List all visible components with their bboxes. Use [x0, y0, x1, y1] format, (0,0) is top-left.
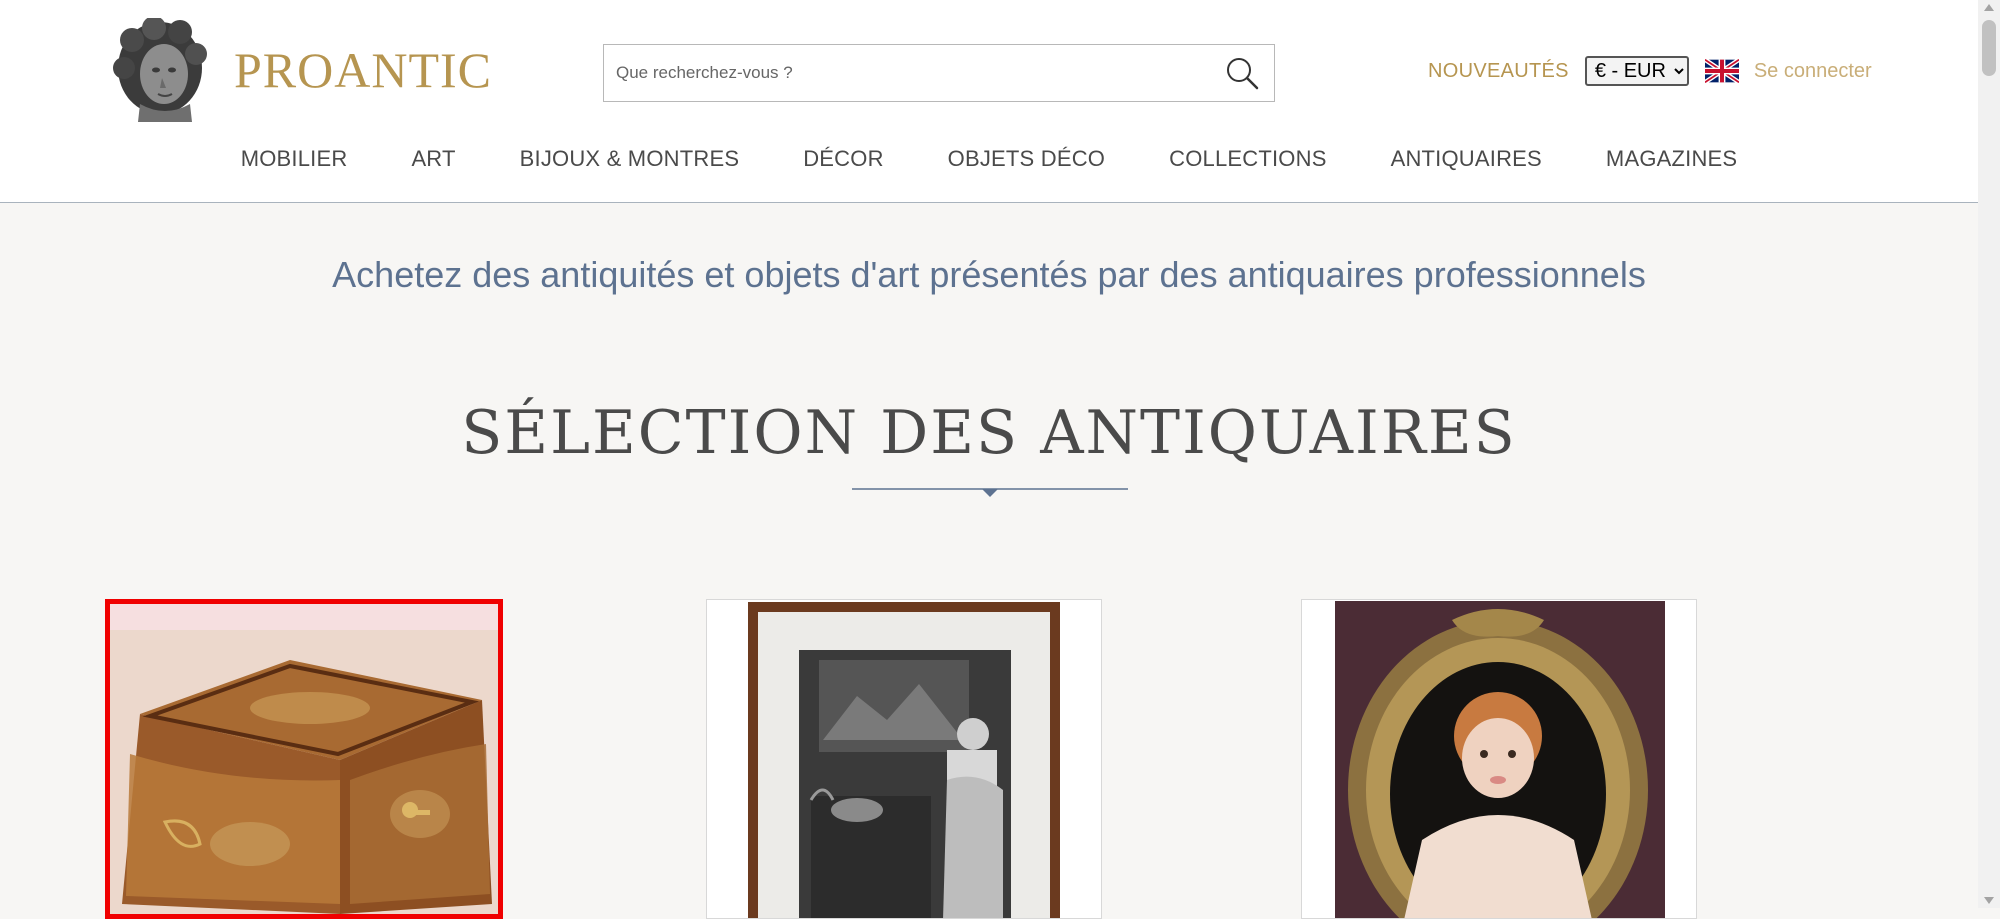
- nav-item-art[interactable]: ART: [411, 146, 455, 172]
- title-divider: [852, 488, 1128, 497]
- nav-item-decor[interactable]: DÉCOR: [803, 146, 883, 172]
- nav-item-antiquaires[interactable]: ANTIQUAIRES: [1391, 146, 1542, 172]
- product-card-1[interactable]: [105, 599, 503, 919]
- nav-item-objets-deco[interactable]: OBJETS DÉCO: [948, 146, 1105, 172]
- search-input[interactable]: [604, 45, 1204, 101]
- product-card-2[interactable]: [706, 599, 1102, 919]
- site-logo[interactable]: PROANTIC: [110, 18, 492, 122]
- nouveautes-link[interactable]: NOUVEAUTÉS: [1428, 60, 1569, 83]
- brand-name: PROANTIC: [234, 42, 493, 98]
- section-title: SÉLECTION DES ANTIQUAIRES: [461, 398, 1517, 468]
- nav-item-bijoux-montres[interactable]: BIJOUX & MONTRES: [520, 146, 740, 172]
- product-card-3[interactable]: [1301, 599, 1697, 919]
- scroll-down-arrow-icon[interactable]: [1984, 897, 1994, 904]
- nav-item-collections[interactable]: COLLECTIONS: [1169, 146, 1326, 172]
- nav-item-mobilier[interactable]: MOBILIER: [241, 146, 348, 172]
- tagline: Achetez des antiquités et objets d'art p…: [332, 254, 1646, 295]
- scrollbar-thumb[interactable]: [1982, 20, 1996, 76]
- marquetry-box-image: [110, 604, 498, 914]
- scroll-up-arrow-icon[interactable]: [1984, 4, 1994, 11]
- login-link[interactable]: Se connecter: [1754, 60, 1872, 83]
- framed-engraving-image: [707, 600, 1101, 918]
- currency-select[interactable]: € - EUR: [1584, 56, 1689, 86]
- oval-putto-portrait-image: [1302, 600, 1696, 918]
- search-icon[interactable]: [1224, 55, 1260, 91]
- main-nav: MOBILIER ART BIJOUX & MONTRES DÉCOR OBJE…: [0, 146, 1978, 172]
- search-bar: [603, 44, 1275, 102]
- uk-flag-icon[interactable]: [1704, 59, 1739, 83]
- header-actions: NOUVEAUTÉS € - EUR Se connecter: [1428, 56, 1872, 86]
- nav-item-magazines[interactable]: MAGAZINES: [1606, 146, 1737, 172]
- bust-logo-icon: [113, 18, 207, 122]
- page-scrollbar[interactable]: [1978, 0, 2000, 908]
- site-header: PROANTIC NOUVEAUTÉS € - EUR Se connecter…: [0, 0, 1978, 203]
